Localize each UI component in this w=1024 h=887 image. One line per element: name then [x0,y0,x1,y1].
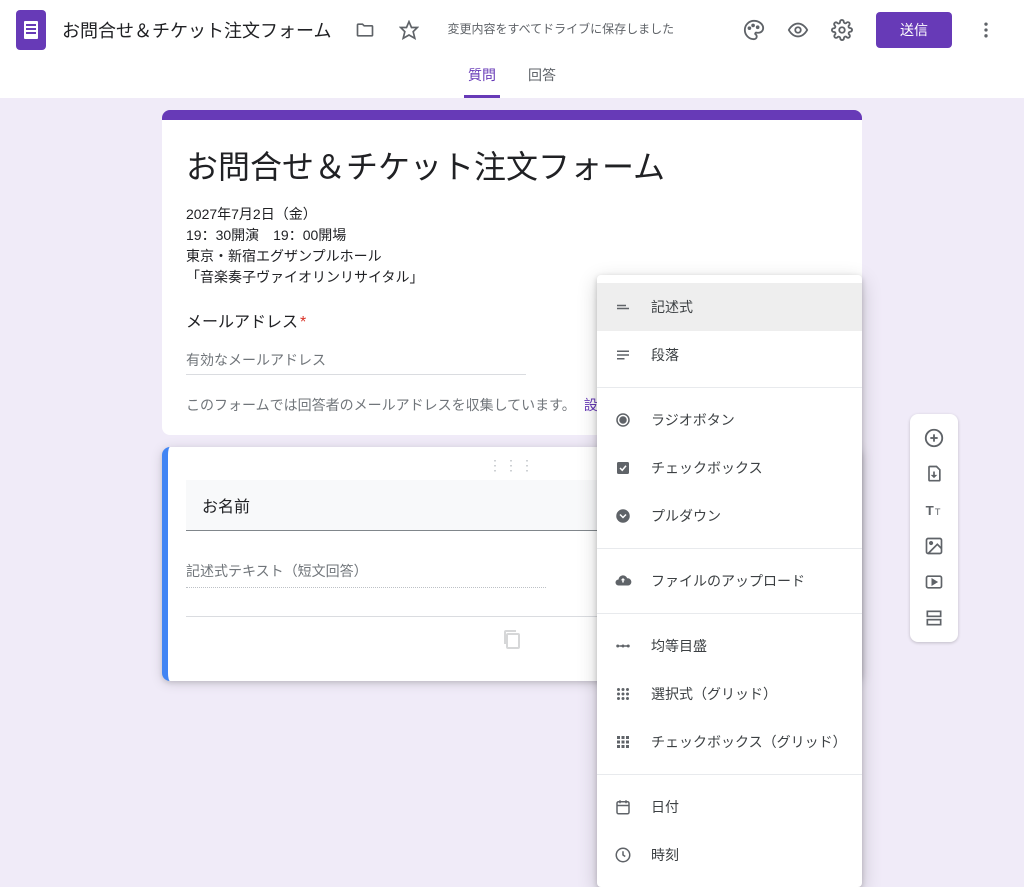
more-icon[interactable] [966,10,1006,50]
svg-text:T: T [935,507,941,517]
paragraph-icon [613,345,633,365]
option-mc-grid[interactable]: 選択式（グリッド） [597,670,862,718]
checkbox-icon [613,458,633,478]
add-section-icon[interactable] [916,600,952,636]
star-icon[interactable] [389,10,429,50]
option-checkboxes[interactable]: チェックボックス [597,444,862,492]
required-asterisk: * [300,314,306,331]
folder-icon[interactable] [345,10,385,50]
option-paragraph[interactable]: 段落 [597,331,862,379]
question-type-dropdown: 記述式 段落 ラジオボタン チェックボックス プルダウン ファイルのアップロード… [597,275,862,887]
forms-logo-icon[interactable] [16,10,46,50]
option-linear-scale[interactable]: 均等目盛 [597,622,862,670]
date-icon [613,797,633,817]
add-video-icon[interactable] [916,564,952,600]
email-input-placeholder: 有効なメールアドレス [186,346,526,375]
upload-icon [613,571,633,591]
option-date[interactable]: 日付 [597,783,862,831]
option-checkbox-grid[interactable]: チェックボックス（グリッド） [597,718,862,766]
option-time[interactable]: 時刻 [597,831,862,879]
short-answer-icon [613,297,633,317]
palette-icon[interactable] [734,10,774,50]
add-question-icon[interactable] [916,420,952,456]
form-title[interactable]: お問合せ＆チケット注文フォーム [186,142,838,188]
time-icon [613,845,633,865]
option-short-answer[interactable]: 記述式 [597,283,862,331]
settings-icon[interactable] [822,10,862,50]
tab-responses[interactable]: 回答 [524,59,560,98]
app-header: お問合せ＆チケット注文フォーム 変更内容をすべてドライブに保存しました 送信 質… [0,0,1024,98]
dropdown-icon [613,506,633,526]
svg-text:T: T [926,503,934,518]
floating-toolbar: TT [910,414,958,642]
option-file-upload[interactable]: ファイルのアップロード [597,557,862,605]
linear-scale-icon [613,636,633,656]
grid-radio-icon [613,684,633,704]
answer-type-hint: 記述式テキスト（短文回答） [186,561,546,588]
send-button[interactable]: 送信 [876,12,952,48]
option-multiple-choice[interactable]: ラジオボタン [597,396,862,444]
header-tabs: 質問 回答 [0,59,1024,98]
preview-icon[interactable] [778,10,818,50]
content-area: お問合せ＆チケット注文フォーム 2027年7月2日（金） 19：30開演 19：… [0,98,1024,693]
option-dropdown[interactable]: プルダウン [597,492,862,540]
add-image-icon[interactable] [916,528,952,564]
document-title[interactable]: お問合せ＆チケット注文フォーム [62,17,331,43]
grid-checkbox-icon [613,732,633,752]
radio-icon [613,410,633,430]
add-title-icon[interactable]: TT [916,492,952,528]
import-questions-icon[interactable] [916,456,952,492]
tab-questions[interactable]: 質問 [464,59,500,98]
save-status: 変更内容をすべてドライブに保存しました [447,21,674,38]
